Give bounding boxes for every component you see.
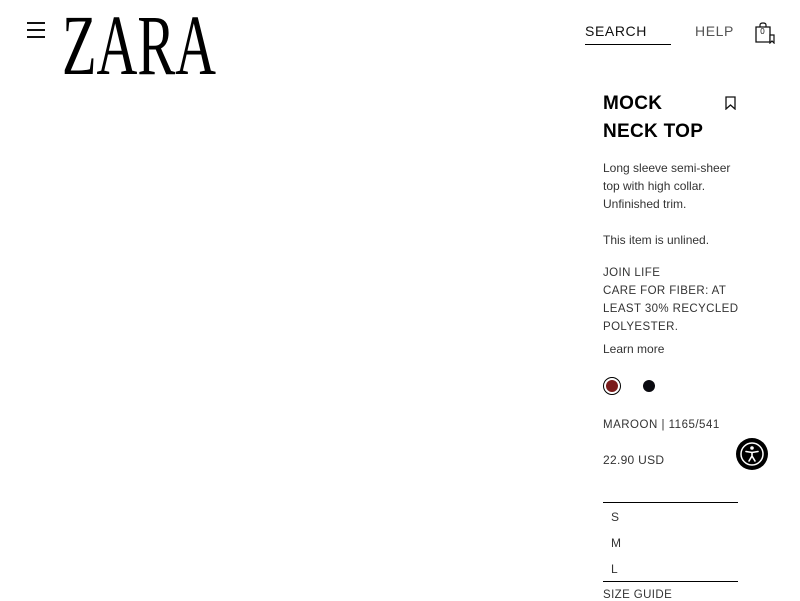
size-list: S M L bbox=[603, 502, 738, 582]
size-option-m[interactable]: M bbox=[611, 536, 621, 550]
learn-more-link[interactable]: Learn more bbox=[603, 340, 664, 358]
menu-line bbox=[27, 29, 45, 31]
bookmark-button[interactable] bbox=[725, 96, 736, 111]
help-link[interactable]: HELP bbox=[695, 23, 734, 39]
size-option-l[interactable]: L bbox=[611, 562, 618, 576]
cart-count: 0 bbox=[760, 27, 765, 36]
join-life-label: JOIN LIFE bbox=[603, 267, 661, 279]
join-life-text: CARE FOR FIBER: AT LEAST 30% RECYCLED PO… bbox=[603, 285, 739, 333]
color-swatch-black[interactable] bbox=[640, 377, 658, 395]
product-description: Long sleeve semi-sheer top with high col… bbox=[603, 161, 731, 211]
product-info: MOCK NECK TOP Long sleeve semi-sheer top… bbox=[603, 90, 753, 358]
product-price: 22.90 USD bbox=[603, 453, 665, 467]
join-life-block: JOIN LIFE CARE FOR FIBER: AT LEAST 30% R… bbox=[603, 264, 743, 336]
zara-logo-text: ZARA bbox=[62, 12, 216, 76]
accessibility-button[interactable] bbox=[736, 438, 768, 470]
color-dot bbox=[606, 380, 618, 392]
menu-line bbox=[27, 36, 45, 38]
menu-button[interactable] bbox=[27, 21, 45, 38]
color-swatch-maroon[interactable] bbox=[603, 377, 621, 395]
product-title: MOCK NECK TOP bbox=[603, 93, 704, 142]
color-reference: MAROON | 1165/541 bbox=[603, 419, 720, 431]
cart-button[interactable]: 0 bbox=[755, 22, 777, 45]
bookmark-icon bbox=[725, 96, 736, 111]
lining-note: This item is unlined. bbox=[603, 233, 710, 247]
zara-logo[interactable]: ZARA bbox=[62, 0, 218, 93]
size-option-s[interactable]: S bbox=[611, 510, 619, 524]
search-field[interactable]: SEARCH bbox=[585, 23, 671, 45]
size-guide-link[interactable]: SIZE GUIDE bbox=[603, 589, 672, 601]
menu-line bbox=[27, 22, 45, 24]
accessibility-icon bbox=[740, 442, 764, 466]
zara-logo-svg: ZARA bbox=[62, 0, 216, 93]
color-dot bbox=[643, 380, 655, 392]
